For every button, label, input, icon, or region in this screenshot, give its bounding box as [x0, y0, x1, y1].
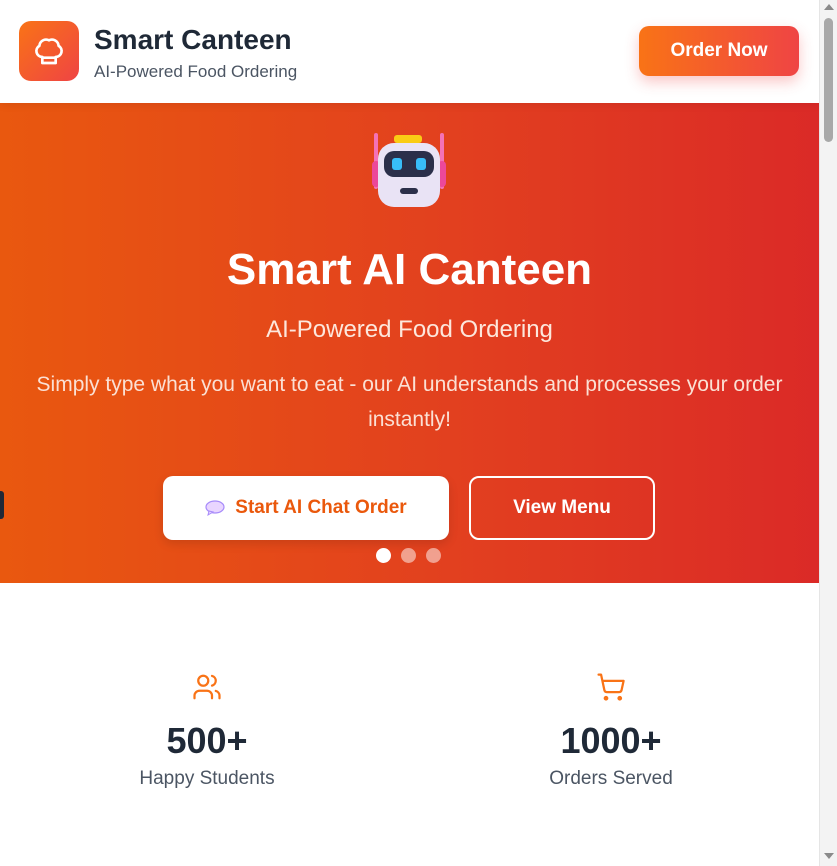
- brand-subtitle: AI-Powered Food Ordering: [94, 62, 298, 81]
- start-ai-chat-button[interactable]: Start AI Chat Order: [163, 476, 449, 540]
- page: Smart Canteen AI-Powered Food Ordering O…: [0, 0, 819, 866]
- users-icon: [193, 674, 221, 700]
- chef-hat-icon: [35, 38, 63, 65]
- speech-bubble-icon: [205, 500, 225, 516]
- scroll-down-arrow-icon[interactable]: [824, 853, 834, 859]
- carousel-dot[interactable]: [376, 548, 391, 563]
- stat-value: 1000+: [560, 720, 662, 761]
- carousel-dot[interactable]: [401, 548, 416, 563]
- view-menu-button[interactable]: View Menu: [469, 476, 655, 540]
- stat-label: Happy Students: [139, 768, 275, 789]
- stat-value: 500+: [166, 720, 248, 761]
- carousel-dots: [376, 548, 441, 563]
- brand-title: Smart Canteen: [94, 24, 292, 55]
- scroll-up-arrow-icon[interactable]: [824, 4, 834, 10]
- hero-subtitle: AI-Powered Food Ordering: [266, 316, 553, 343]
- side-handle[interactable]: [0, 491, 4, 519]
- robot-icon: [372, 133, 446, 207]
- carousel-dot[interactable]: [426, 548, 441, 563]
- top-navbar: Smart Canteen AI-Powered Food Ordering O…: [0, 0, 819, 103]
- shopping-cart-icon: [597, 673, 625, 701]
- brand-logo[interactable]: [19, 21, 79, 81]
- stat-card-students: 500+ Happy Students: [57, 672, 357, 790]
- hero-description: Simply type what you want to eat - our A…: [36, 373, 783, 431]
- hero-banner: Smart AI Canteen AI-Powered Food Orderin…: [0, 103, 819, 583]
- vertical-scrollbar[interactable]: [819, 0, 837, 866]
- stat-label: Orders Served: [549, 768, 673, 789]
- hero-title: Smart AI Canteen: [226, 245, 593, 294]
- scrollbar-thumb[interactable]: [824, 18, 833, 142]
- stat-card-orders: 1000+ Orders Served: [461, 672, 761, 790]
- start-ai-chat-label: Start AI Chat Order: [235, 497, 407, 518]
- order-now-button[interactable]: Order Now: [639, 26, 799, 76]
